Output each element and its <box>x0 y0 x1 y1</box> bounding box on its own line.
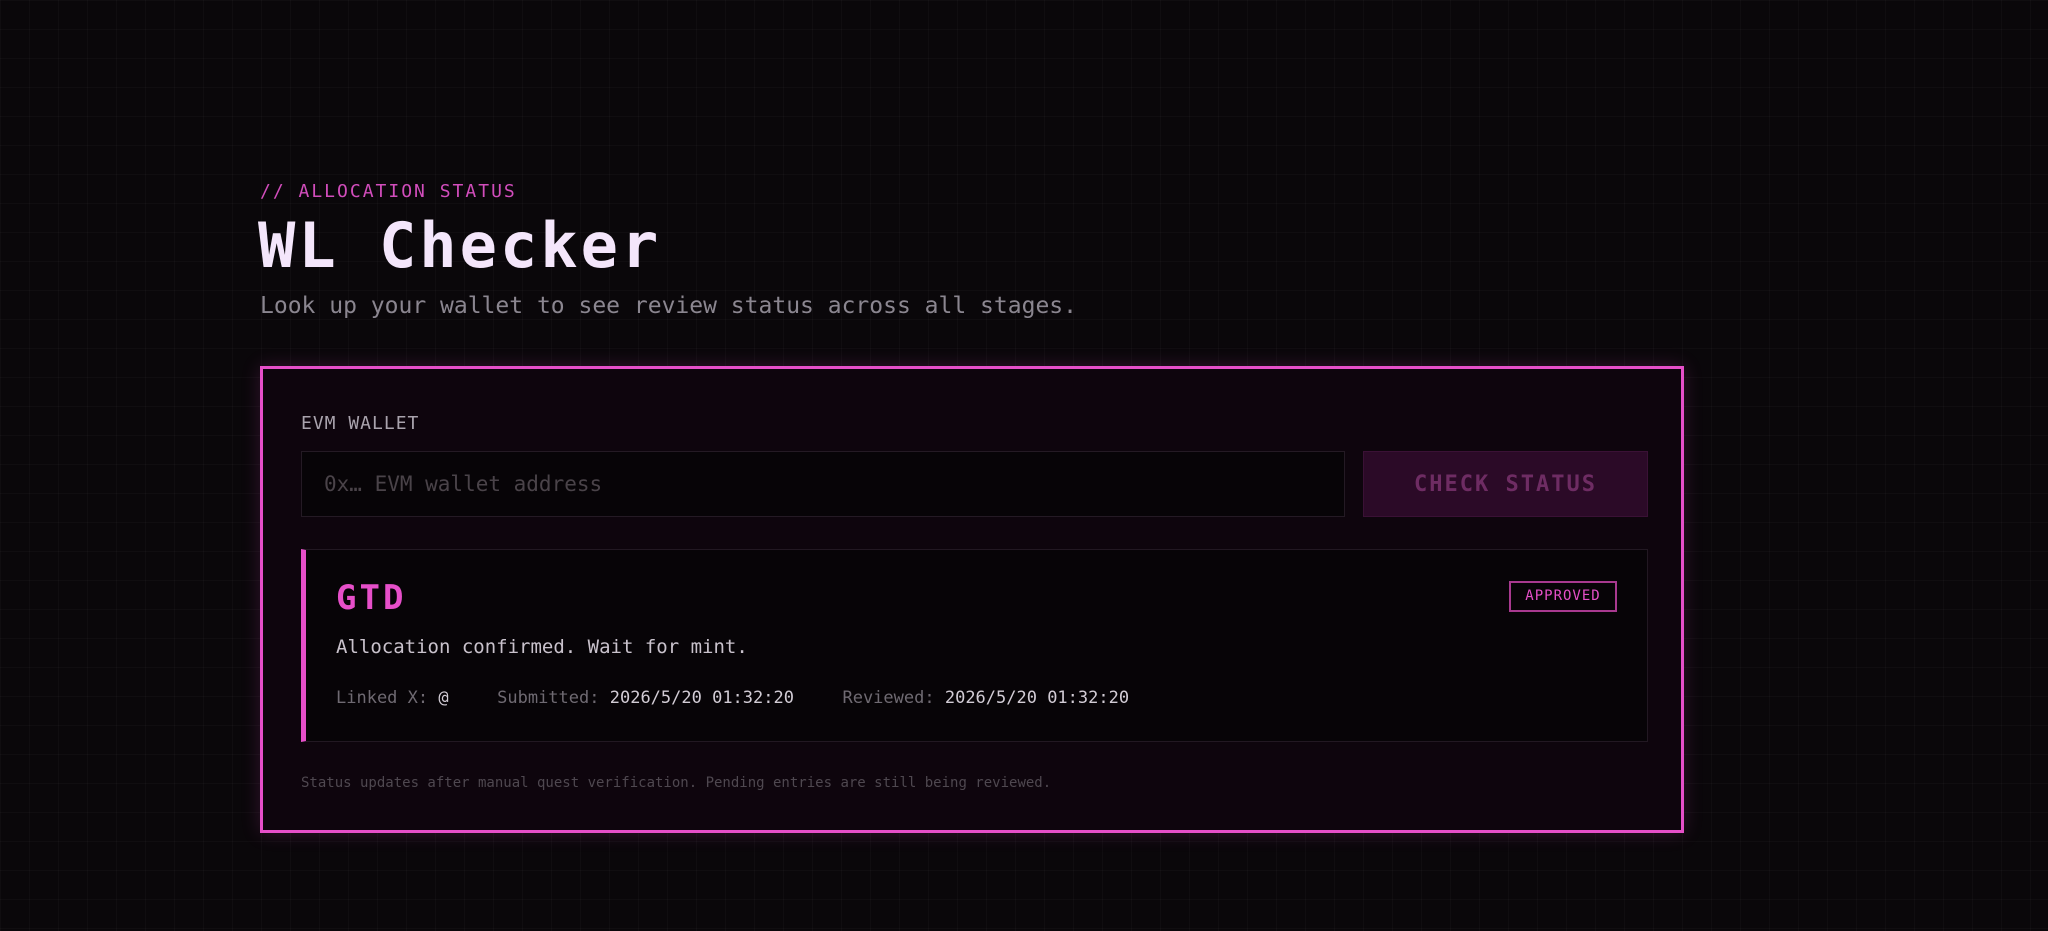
check-status-button[interactable]: CHECK STATUS <box>1363 451 1648 517</box>
result-card: GTD APPROVED Allocation confirmed. Wait … <box>301 549 1648 742</box>
submitted-label: Submitted: <box>497 688 600 708</box>
page: // ALLOCATION STATUS WL Checker Look up … <box>0 0 2048 931</box>
reviewed-value: 2026/5/20 01:32:20 <box>944 688 1130 708</box>
status-message: Allocation confirmed. Wait for mint. <box>336 636 748 658</box>
section-eyebrow: // ALLOCATION STATUS <box>260 181 517 202</box>
checker-card: EVM WALLET CHECK STATUS GTD APPROVED All… <box>260 366 1684 833</box>
linked-x-label: Linked X: <box>336 688 429 708</box>
tier-name: GTD <box>336 578 407 618</box>
submitted-value: 2026/5/20 01:32:20 <box>609 688 794 708</box>
result-meta: Linked X: @ Submitted: 2026/5/20 01:32:2… <box>336 688 1129 708</box>
reviewed-label: Reviewed: <box>842 688 935 708</box>
page-title: WL Checker <box>258 209 662 282</box>
footnote: Status updates after manual quest verifi… <box>301 775 1052 791</box>
wallet-field-label: EVM WALLET <box>301 413 420 434</box>
wallet-address-input[interactable] <box>301 451 1345 517</box>
linked-x-value: @ <box>438 688 449 708</box>
page-subtitle: Look up your wallet to see review status… <box>260 293 1077 319</box>
status-badge: APPROVED <box>1509 581 1617 612</box>
